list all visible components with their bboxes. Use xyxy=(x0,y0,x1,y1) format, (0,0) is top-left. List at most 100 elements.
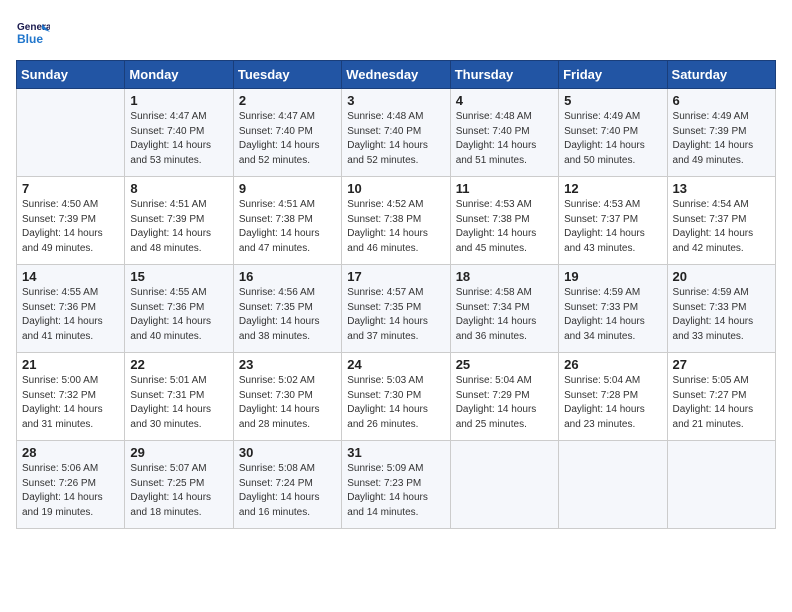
day-info: Sunrise: 4:59 AM Sunset: 7:33 PM Dayligh… xyxy=(673,286,770,344)
page-header: General Blue xyxy=(16,16,776,50)
calendar-cell: 23 Sunrise: 5:02 AM Sunset: 7:30 PM Dayli… xyxy=(233,353,341,441)
day-info: Sunrise: 4:53 AM Sunset: 7:37 PM Dayligh… xyxy=(564,198,661,256)
day-number: 17 xyxy=(347,269,444,284)
day-info: Sunrise: 4:47 AM Sunset: 7:40 PM Dayligh… xyxy=(130,110,227,168)
calendar-cell: 4Sunrise: 4:48 AM Sunset: 7:40 PM Daylig… xyxy=(450,89,558,177)
calendar-cell: 13Sunrise: 4:54 AM Sunset: 7:37 PM Dayli… xyxy=(667,177,775,265)
day-info: Sunrise: 5:04 AM Sunset: 7:29 PM Dayligh… xyxy=(456,374,553,432)
day-info: Sunrise: 4:55 AM Sunset: 7:36 PM Dayligh… xyxy=(22,286,119,344)
day-info: Sunrise: 5:05 AM Sunset: 7:27 PM Dayligh… xyxy=(673,374,770,432)
day-number: 16 xyxy=(239,269,336,284)
day-info: Sunrise: 4:48 AM Sunset: 7:40 PM Dayligh… xyxy=(347,110,444,168)
calendar-cell xyxy=(667,441,775,529)
day-info: Sunrise: 4:51 AM Sunset: 7:38 PM Dayligh… xyxy=(239,198,336,256)
calendar-cell: 21 Sunrise: 5:00 AM Sunset: 7:32 PM Dayli… xyxy=(17,353,125,441)
day-number: 7 xyxy=(22,181,119,196)
day-info: Sunrise: 4:56 AM Sunset: 7:35 PM Dayligh… xyxy=(239,286,336,344)
weekday-header-monday: Monday xyxy=(125,61,233,89)
calendar-cell: 15 Sunrise: 4:55 AM Sunset: 7:36 PM Dayli… xyxy=(125,265,233,353)
day-info: Sunrise: 4:54 AM Sunset: 7:37 PM Dayligh… xyxy=(673,198,770,256)
calendar-cell: 24Sunrise: 5:03 AM Sunset: 7:30 PM Dayli… xyxy=(342,353,450,441)
day-info: Sunrise: 4:50 AM Sunset: 7:39 PM Dayligh… xyxy=(22,198,119,256)
calendar-cell xyxy=(559,441,667,529)
day-number: 10 xyxy=(347,181,444,196)
day-info: Sunrise: 4:47 AM Sunset: 7:40 PM Dayligh… xyxy=(239,110,336,168)
day-number: 26 xyxy=(564,357,661,372)
day-number: 2 xyxy=(239,93,336,108)
calendar-cell: 27 Sunrise: 5:05 AM Sunset: 7:27 PM Dayli… xyxy=(667,353,775,441)
day-number: 12 xyxy=(564,181,661,196)
day-number: 29 xyxy=(130,445,227,460)
calendar-cell: 1 Sunrise: 4:47 AM Sunset: 7:40 PM Daylig… xyxy=(125,89,233,177)
day-number: 18 xyxy=(456,269,553,284)
calendar-week-row: 28 Sunrise: 5:06 AM Sunset: 7:26 PM Dayli… xyxy=(17,441,776,529)
calendar-cell: 22 Sunrise: 5:01 AM Sunset: 7:31 PM Dayli… xyxy=(125,353,233,441)
day-number: 20 xyxy=(673,269,770,284)
weekday-header-wednesday: Wednesday xyxy=(342,61,450,89)
day-info: Sunrise: 5:00 AM Sunset: 7:32 PM Dayligh… xyxy=(22,374,119,432)
day-info: Sunrise: 5:07 AM Sunset: 7:25 PM Dayligh… xyxy=(130,462,227,520)
weekday-header-tuesday: Tuesday xyxy=(233,61,341,89)
day-number: 31 xyxy=(347,445,444,460)
day-number: 21 xyxy=(22,357,119,372)
calendar-week-row: 7 Sunrise: 4:50 AM Sunset: 7:39 PM Daylig… xyxy=(17,177,776,265)
day-info: Sunrise: 5:06 AM Sunset: 7:26 PM Dayligh… xyxy=(22,462,119,520)
day-info: Sunrise: 4:52 AM Sunset: 7:38 PM Dayligh… xyxy=(347,198,444,256)
calendar-cell: 20 Sunrise: 4:59 AM Sunset: 7:33 PM Dayli… xyxy=(667,265,775,353)
day-info: Sunrise: 5:04 AM Sunset: 7:28 PM Dayligh… xyxy=(564,374,661,432)
day-info: Sunrise: 4:49 AM Sunset: 7:40 PM Dayligh… xyxy=(564,110,661,168)
calendar-week-row: 14 Sunrise: 4:55 AM Sunset: 7:36 PM Dayli… xyxy=(17,265,776,353)
day-info: Sunrise: 4:53 AM Sunset: 7:38 PM Dayligh… xyxy=(456,198,553,256)
calendar-cell: 26 Sunrise: 5:04 AM Sunset: 7:28 PM Dayli… xyxy=(559,353,667,441)
day-info: Sunrise: 4:57 AM Sunset: 7:35 PM Dayligh… xyxy=(347,286,444,344)
calendar-cell xyxy=(17,89,125,177)
day-info: Sunrise: 5:08 AM Sunset: 7:24 PM Dayligh… xyxy=(239,462,336,520)
logo: General Blue xyxy=(16,16,50,50)
day-number: 24 xyxy=(347,357,444,372)
day-number: 22 xyxy=(130,357,227,372)
day-info: Sunrise: 5:09 AM Sunset: 7:23 PM Dayligh… xyxy=(347,462,444,520)
day-info: Sunrise: 5:02 AM Sunset: 7:30 PM Dayligh… xyxy=(239,374,336,432)
day-number: 5 xyxy=(564,93,661,108)
calendar-cell: 31 Sunrise: 5:09 AM Sunset: 7:23 PM Dayli… xyxy=(342,441,450,529)
day-number: 15 xyxy=(130,269,227,284)
calendar-cell: 12 Sunrise: 4:53 AM Sunset: 7:37 PM Dayli… xyxy=(559,177,667,265)
calendar-cell: 8 Sunrise: 4:51 AM Sunset: 7:39 PM Daylig… xyxy=(125,177,233,265)
calendar-cell: 3 Sunrise: 4:48 AM Sunset: 7:40 PM Daylig… xyxy=(342,89,450,177)
weekday-header-sunday: Sunday xyxy=(17,61,125,89)
calendar-cell: 25Sunrise: 5:04 AM Sunset: 7:29 PM Dayli… xyxy=(450,353,558,441)
weekday-header-row: SundayMondayTuesdayWednesdayThursdayFrid… xyxy=(17,61,776,89)
svg-text:Blue: Blue xyxy=(17,32,43,46)
calendar-week-row: 1 Sunrise: 4:47 AM Sunset: 7:40 PM Daylig… xyxy=(17,89,776,177)
day-number: 11 xyxy=(456,181,553,196)
day-info: Sunrise: 4:58 AM Sunset: 7:34 PM Dayligh… xyxy=(456,286,553,344)
weekday-header-thursday: Thursday xyxy=(450,61,558,89)
day-number: 23 xyxy=(239,357,336,372)
calendar-cell: 7 Sunrise: 4:50 AM Sunset: 7:39 PM Daylig… xyxy=(17,177,125,265)
day-number: 27 xyxy=(673,357,770,372)
calendar-cell: 17 Sunrise: 4:57 AM Sunset: 7:35 PM Dayli… xyxy=(342,265,450,353)
calendar-cell: 14 Sunrise: 4:55 AM Sunset: 7:36 PM Dayli… xyxy=(17,265,125,353)
day-number: 30 xyxy=(239,445,336,460)
calendar-cell: 28 Sunrise: 5:06 AM Sunset: 7:26 PM Dayli… xyxy=(17,441,125,529)
calendar-week-row: 21 Sunrise: 5:00 AM Sunset: 7:32 PM Dayli… xyxy=(17,353,776,441)
day-number: 19 xyxy=(564,269,661,284)
day-number: 9 xyxy=(239,181,336,196)
weekday-header-friday: Friday xyxy=(559,61,667,89)
weekday-header-saturday: Saturday xyxy=(667,61,775,89)
day-info: Sunrise: 4:59 AM Sunset: 7:33 PM Dayligh… xyxy=(564,286,661,344)
day-number: 14 xyxy=(22,269,119,284)
calendar-cell: 18 Sunrise: 4:58 AM Sunset: 7:34 PM Dayli… xyxy=(450,265,558,353)
day-number: 8 xyxy=(130,181,227,196)
calendar-cell: 2 Sunrise: 4:47 AM Sunset: 7:40 PM Daylig… xyxy=(233,89,341,177)
day-info: Sunrise: 4:55 AM Sunset: 7:36 PM Dayligh… xyxy=(130,286,227,344)
day-number: 3 xyxy=(347,93,444,108)
day-info: Sunrise: 5:01 AM Sunset: 7:31 PM Dayligh… xyxy=(130,374,227,432)
calendar-cell: 6Sunrise: 4:49 AM Sunset: 7:39 PM Daylig… xyxy=(667,89,775,177)
day-number: 1 xyxy=(130,93,227,108)
day-info: Sunrise: 4:51 AM Sunset: 7:39 PM Dayligh… xyxy=(130,198,227,256)
calendar-cell: 10 Sunrise: 4:52 AM Sunset: 7:38 PM Dayli… xyxy=(342,177,450,265)
calendar-cell: 9 Sunrise: 4:51 AM Sunset: 7:38 PM Daylig… xyxy=(233,177,341,265)
day-number: 28 xyxy=(22,445,119,460)
day-number: 6 xyxy=(673,93,770,108)
